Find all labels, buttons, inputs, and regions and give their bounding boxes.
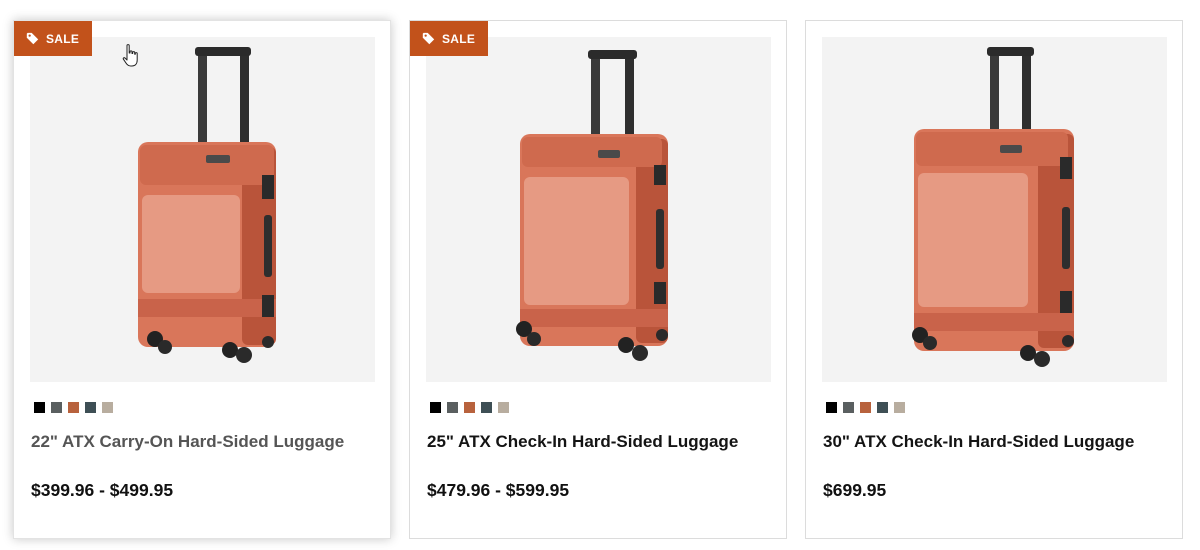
- swatch-terracotta[interactable]: [860, 402, 871, 413]
- sale-badge-label: SALE: [442, 31, 476, 46]
- sale-badge: SALE: [14, 21, 93, 56]
- luggage-image: [912, 47, 1074, 367]
- product-title[interactable]: 25" ATX Check-In Hard-Sided Luggage: [427, 431, 772, 453]
- swatch-slate[interactable]: [481, 402, 492, 413]
- hand-pointer-cursor-icon: [122, 44, 138, 67]
- swatch-terracotta[interactable]: [464, 402, 475, 413]
- tag-icon: [26, 32, 39, 45]
- product-title[interactable]: 22" ATX Carry-On Hard-Sided Luggage: [31, 431, 376, 453]
- product-price: $399.96 - $499.95: [31, 480, 174, 500]
- color-swatches: [826, 402, 905, 413]
- swatch-sand[interactable]: [102, 402, 113, 413]
- swatch-slate[interactable]: [877, 402, 888, 413]
- swatch-slate[interactable]: [85, 402, 96, 413]
- tag-icon: [422, 32, 435, 45]
- swatch-sand[interactable]: [498, 402, 509, 413]
- sale-badge-label: SALE: [46, 31, 80, 46]
- color-swatches: [430, 402, 509, 413]
- swatch-sand[interactable]: [894, 402, 905, 413]
- swatch-black[interactable]: [430, 402, 441, 413]
- luggage-image: [138, 47, 276, 363]
- sale-badge: SALE: [410, 21, 489, 56]
- product-image[interactable]: [426, 37, 771, 382]
- product-price: $479.96 - $599.95: [427, 480, 570, 500]
- product-card-30-check-in[interactable]: 30" ATX Check-In Hard-Sided Luggage $699…: [805, 20, 1183, 539]
- product-price: $699.95: [823, 480, 887, 500]
- color-swatches: [34, 402, 113, 413]
- swatch-black[interactable]: [34, 402, 45, 413]
- swatch-gray[interactable]: [447, 402, 458, 413]
- product-title[interactable]: 30" ATX Check-In Hard-Sided Luggage: [823, 431, 1168, 453]
- product-card-25-check-in[interactable]: SALE 25" ATX Check-In Hard-Sided Luggage…: [409, 20, 787, 539]
- luggage-image: [516, 50, 668, 361]
- product-card-22-carry-on[interactable]: SALE 22" ATX Carry-On Hard-Sided Luggage…: [13, 20, 391, 539]
- product-grid: SALE 22" ATX Carry-On Hard-Sided Luggage…: [0, 0, 1200, 550]
- swatch-gray[interactable]: [843, 402, 854, 413]
- swatch-gray[interactable]: [51, 402, 62, 413]
- product-image[interactable]: [30, 37, 375, 382]
- swatch-black[interactable]: [826, 402, 837, 413]
- swatch-terracotta[interactable]: [68, 402, 79, 413]
- product-image[interactable]: [822, 37, 1167, 382]
